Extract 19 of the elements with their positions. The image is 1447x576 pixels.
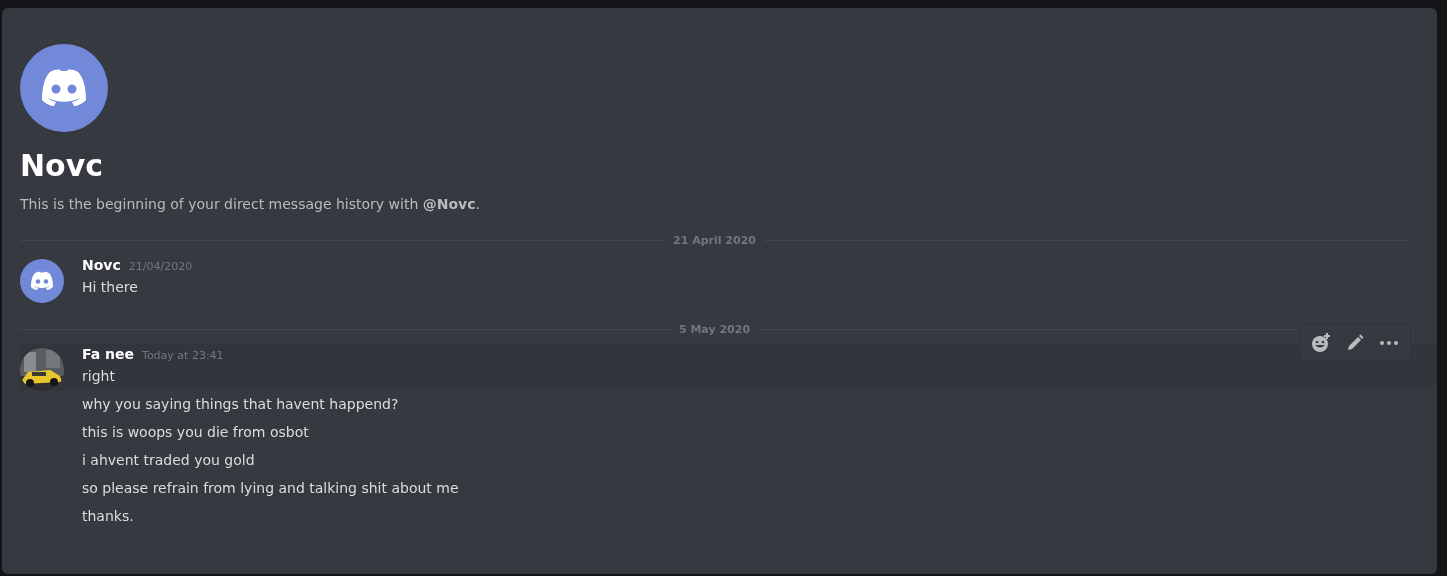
message-text: thanks. — [82, 507, 134, 526]
message-text: so please refrain from lying and talking shit about me — [82, 479, 459, 498]
message-text: why you saying things that havent happend? — [82, 395, 399, 414]
message-text: i ahvent traded you gold — [82, 451, 255, 470]
date-divider: 21 April 2020 — [673, 234, 756, 247]
timestamp: 21/04/2020 — [128, 260, 193, 273]
author-name[interactable]: Fa nee — [82, 346, 135, 362]
message-text: this is woops you die from osbot — [82, 423, 309, 442]
avatar — [20, 259, 64, 303]
date-divider: 5 May 2020 — [678, 323, 751, 336]
pencil-icon — [1345, 333, 1365, 353]
message-text: Hi there — [82, 278, 139, 297]
more-icon — [1379, 340, 1399, 346]
timestamp: Today at 23:41 — [142, 349, 224, 362]
add-emoji-icon — [1310, 332, 1332, 354]
intro-text: This is the beginning of your direct message history with @Novc. — [20, 196, 481, 212]
author-name[interactable]: Novc — [82, 257, 121, 273]
user-name: Novc — [20, 148, 105, 184]
message-text: right — [82, 367, 116, 386]
